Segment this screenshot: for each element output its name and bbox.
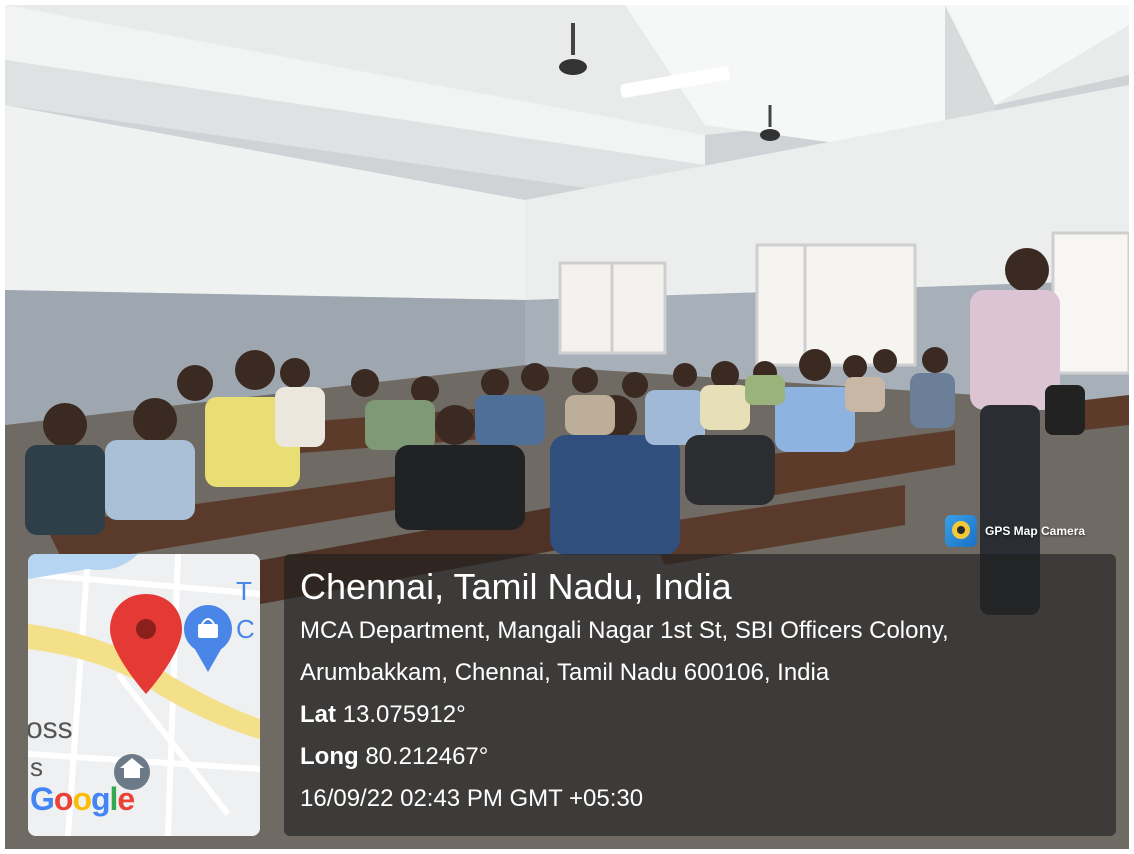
longitude-label: Long <box>300 743 359 770</box>
map-label-fragment-2: C <box>236 614 255 644</box>
latitude-value: 13.075912° <box>342 701 466 728</box>
address-line-2: Arumbakkam, Chennai, Tamil Nadu 600106, … <box>300 659 830 686</box>
location-title: Chennai, Tamil Nadu, India <box>300 566 732 607</box>
gps-map-camera-icon <box>945 515 977 547</box>
location-stamp: T C oss s Google Chennai, Tamil Nadu, In… <box>22 546 1116 836</box>
latitude-label: Lat <box>300 701 336 728</box>
google-logo: Google <box>30 781 135 817</box>
map-thumbnail: T C oss s Google <box>28 554 260 836</box>
longitude-value: 80.212467° <box>365 743 489 770</box>
datetime: 16/09/22 02:43 PM GMT +05:30 <box>300 785 644 812</box>
location-info: Chennai, Tamil Nadu, India MCA Departmen… <box>300 564 949 820</box>
map-label-fragment-3: oss <box>28 712 73 745</box>
map-label-fragment-1: T <box>236 576 252 606</box>
app-name-label: GPS Map Camera <box>985 524 1086 538</box>
longitude: Long 80.212467° <box>300 736 949 778</box>
address-line-1: MCA Department, Mangali Nagar 1st St, SB… <box>300 617 949 644</box>
map-label-fragment-4: s <box>30 752 43 782</box>
latitude: Lat 13.075912° <box>300 694 949 736</box>
gps-map-camera-watermark: GPS Map Camera <box>945 515 1085 547</box>
